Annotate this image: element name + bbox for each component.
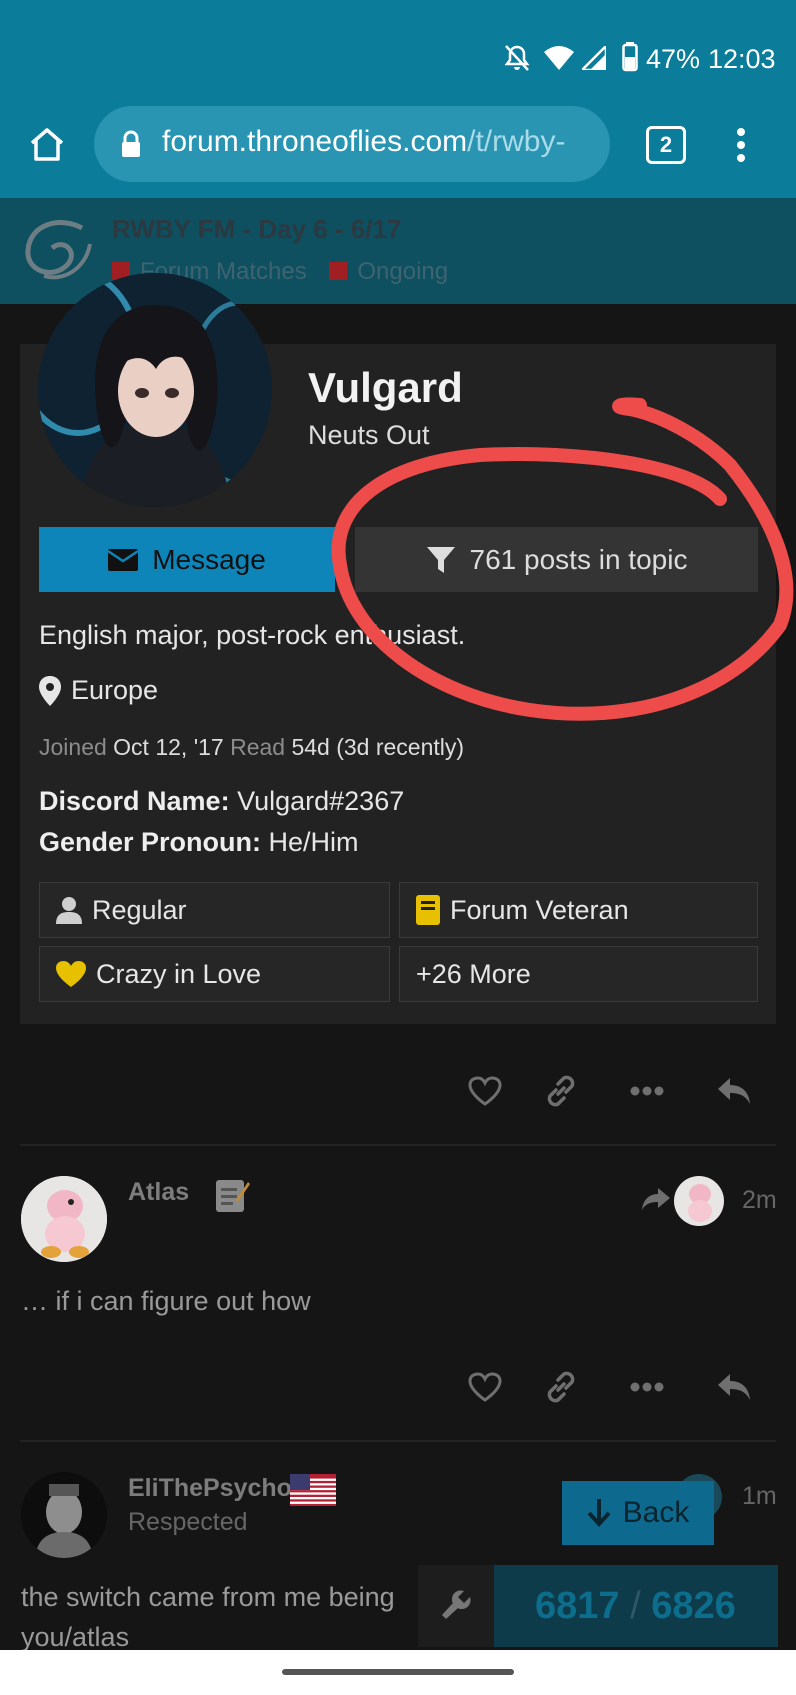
post-body: … if i can figure out how (21, 1286, 311, 1316)
badge-label: Regular (92, 894, 187, 925)
field-label: Gender Pronoun: (39, 827, 261, 857)
user-location-text: Europe (71, 675, 159, 705)
category-color-icon (329, 262, 348, 280)
joined-value: Oct 12, '17 (113, 734, 224, 760)
message-button-label: Message (152, 543, 266, 575)
badge-label: Crazy in Love (96, 958, 262, 989)
badge-label: +26 More (416, 958, 531, 989)
status-bar: 47% 12:03 (0, 0, 796, 100)
post-divider (20, 1144, 776, 1146)
badge-label: Forum Veteran (450, 894, 629, 925)
lock-icon (122, 130, 140, 157)
badge-regular[interactable]: Regular (39, 882, 390, 938)
back-button[interactable]: Back (562, 1481, 714, 1545)
user-field-discord: Discord Name: Vulgard#2367 (39, 786, 404, 817)
menu-icon[interactable] (736, 127, 746, 163)
category-ongoing[interactable]: Ongoing (357, 258, 448, 285)
link-icon[interactable] (544, 1074, 578, 1108)
battery-icon (622, 42, 638, 72)
user-icon (56, 897, 82, 924)
joined-label: Joined (39, 734, 107, 760)
like-icon[interactable] (468, 1372, 502, 1402)
reply-to-avatar[interactable] (674, 1176, 724, 1226)
progress-separator: / (630, 1585, 641, 1627)
heart-icon (56, 961, 86, 987)
post-body: the switch came from me being (21, 1582, 395, 1612)
map-pin-icon (39, 675, 61, 706)
more-icon[interactable] (630, 1086, 664, 1096)
badge-forum-veteran[interactable]: Forum Veteran (399, 882, 758, 938)
clock: 12:03 (708, 44, 776, 74)
url-path: /t/rwby- (467, 125, 566, 158)
post-body-line2: you/atlas (21, 1622, 130, 1650)
message-button[interactable]: Message (39, 527, 335, 592)
badge-crazy-in-love[interactable]: Crazy in Love (39, 946, 390, 1002)
admin-wrench-button[interactable] (418, 1565, 494, 1647)
user-group-title: Respected (128, 1508, 248, 1536)
field-value: Vulgard#2367 (237, 786, 405, 816)
more-icon[interactable] (630, 1382, 664, 1392)
reply-to-icon (642, 1188, 670, 1210)
topic-title[interactable]: RWBY FM - Day 6 - 6/17 (112, 214, 401, 245)
link-icon[interactable] (544, 1370, 578, 1404)
user-field-pronoun: Gender Pronoun: He/Him (39, 827, 359, 858)
wifi-icon (544, 46, 574, 70)
tab-switcher-button[interactable]: 2 (646, 126, 686, 164)
post-author[interactable]: Atlas (128, 1178, 189, 1207)
like-icon[interactable] (468, 1076, 502, 1106)
arrow-down-icon (587, 1499, 611, 1527)
progress-current: 6817 (535, 1585, 620, 1627)
url-text: forum.throneoflies.com/t/rwby- (162, 125, 565, 159)
post-divider (20, 1440, 776, 1442)
back-button-label: Back (622, 1496, 690, 1529)
mute-icon (504, 45, 530, 71)
field-value: He/Him (268, 827, 359, 857)
reply-icon[interactable] (716, 1372, 752, 1402)
field-label: Discord Name: (39, 786, 230, 816)
wrench-icon (442, 1590, 471, 1619)
home-gesture-bar[interactable] (282, 1669, 514, 1675)
notes-icon (216, 1180, 250, 1212)
site-logo-icon[interactable] (20, 214, 96, 284)
post-avatar[interactable] (21, 1472, 107, 1558)
more-badges-link[interactable]: +26 More (399, 946, 758, 1002)
book-icon (416, 895, 440, 925)
post-time[interactable]: 1m (742, 1482, 777, 1511)
signal-icon (582, 46, 606, 70)
user-avatar[interactable] (38, 273, 272, 507)
user-location: Europe (39, 675, 158, 706)
post-author[interactable]: EliThePsycho (128, 1474, 292, 1503)
battery-percent: 47% (646, 44, 701, 74)
home-icon[interactable] (28, 126, 66, 162)
envelope-icon (108, 548, 139, 571)
post-time[interactable]: 2m (742, 1186, 777, 1215)
us-flag-icon (290, 1474, 336, 1506)
progress-counter: 6817 / 6826 (535, 1585, 736, 1628)
reply-icon[interactable] (716, 1076, 752, 1106)
url-domain: forum.throneoflies.com (162, 125, 468, 158)
progress-total: 6826 (651, 1585, 736, 1627)
annotation-circle (331, 397, 794, 721)
read-label: Read (230, 734, 286, 760)
post-avatar[interactable] (21, 1176, 107, 1262)
